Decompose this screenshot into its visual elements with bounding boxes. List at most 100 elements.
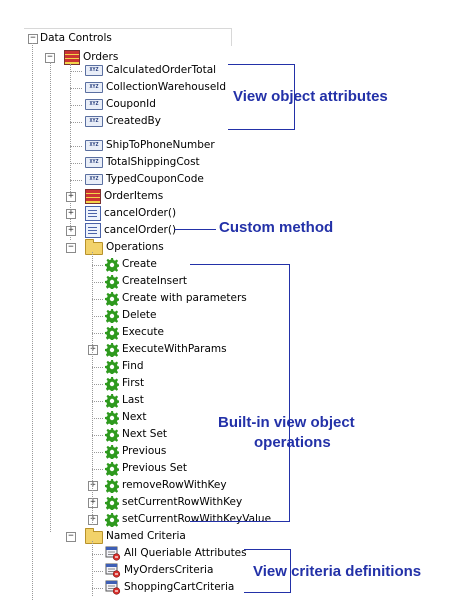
tree-node-data-controls-label: Data Controls: [40, 32, 112, 44]
attribute-item[interactable]: XYZ CouponId: [85, 96, 156, 113]
attribute-icon: XYZ: [85, 174, 103, 185]
gear-icon: [105, 274, 120, 290]
orderitems-expander[interactable]: +: [66, 192, 76, 202]
operation-item-label: Previous Set: [122, 462, 187, 474]
panel-border: [24, 28, 232, 29]
method-icon: [85, 223, 101, 238]
operation-item[interactable]: Create: [105, 256, 157, 273]
folder-icon: [85, 528, 103, 544]
view-criteria-icon: [105, 546, 121, 561]
panel-border-right: [231, 28, 232, 46]
operation-item[interactable]: Find: [105, 358, 144, 375]
tree-guide-line: [92, 316, 103, 317]
root-expander[interactable]: −: [28, 34, 38, 44]
operation-expander[interactable]: +: [88, 515, 98, 525]
tree-node-orderitems[interactable]: OrderItems: [85, 188, 163, 205]
custom-method-pointer: [174, 229, 216, 230]
gear-icon: [105, 393, 120, 409]
tree-guide-line: [92, 299, 103, 300]
operation-item[interactable]: Next: [105, 409, 146, 426]
attribute-item-label: ShipToPhoneNumber: [106, 139, 215, 151]
method-expander[interactable]: +: [66, 226, 76, 236]
tree-guide-line: [50, 62, 51, 532]
operation-item[interactable]: Next Set: [105, 426, 167, 443]
operation-item-label: Last: [122, 394, 144, 406]
criteria-item[interactable]: MyOrdersCriteria: [105, 562, 213, 579]
tree-guide-line: [92, 469, 103, 470]
method-expander[interactable]: +: [66, 209, 76, 219]
attribute-item[interactable]: XYZ TypedCouponCode: [85, 171, 204, 188]
attribute-item[interactable]: XYZ TotalShippingCost: [85, 154, 200, 171]
method-item[interactable]: cancelOrder(): [85, 205, 176, 222]
criteria-item-label: MyOrdersCriteria: [124, 564, 214, 576]
criteria-item-label: ShoppingCartCriteria: [124, 581, 235, 593]
operation-item[interactable]: Previous Set: [105, 460, 187, 477]
gear-icon: [105, 376, 120, 392]
criteria-item[interactable]: ShoppingCartCriteria: [105, 579, 234, 596]
operation-item[interactable]: CreateInsert: [105, 273, 187, 290]
tree-guide-line: [32, 43, 33, 600]
tree-guide-line: [70, 105, 82, 106]
operation-item[interactable]: Previous: [105, 443, 166, 460]
gear-icon: [105, 512, 120, 528]
attribute-icon: XYZ: [85, 82, 103, 93]
attribute-item[interactable]: XYZ CollectionWarehouseId: [85, 79, 226, 96]
tree-node-operations[interactable]: Operations: [85, 239, 164, 256]
tree-guide-line: [92, 333, 103, 334]
tree-node-named-criteria[interactable]: Named Criteria: [85, 528, 186, 545]
attribute-icon: XYZ: [85, 157, 103, 168]
tree-guide-line: [92, 367, 103, 368]
operation-item-label: Delete: [122, 309, 157, 321]
operation-expander[interactable]: +: [88, 481, 98, 491]
gear-icon: [105, 478, 120, 494]
gear-icon: [105, 427, 120, 443]
gear-icon: [105, 342, 120, 358]
tree-guide-line: [92, 252, 93, 525]
annotation-view-object-attributes: View object attributes: [233, 88, 388, 105]
attribute-icon: XYZ: [85, 99, 103, 110]
tree-guide-line: [92, 541, 93, 596]
gear-icon: [105, 495, 120, 511]
attribute-item-label: TypedCouponCode: [106, 173, 204, 185]
folder-icon: [85, 239, 103, 255]
operations-expander[interactable]: −: [66, 243, 76, 253]
annotation-view-criteria: View criteria definitions: [253, 563, 422, 580]
tree-node-named-criteria-label: Named Criteria: [106, 530, 186, 542]
operation-item[interactable]: Execute: [105, 324, 164, 341]
operation-expander[interactable]: +: [88, 498, 98, 508]
operation-item-label: Create: [122, 258, 157, 270]
attribute-item[interactable]: XYZ CalculatedOrderTotal: [85, 62, 216, 79]
tree-node-data-controls[interactable]: Data Controls: [40, 30, 112, 47]
criteria-item[interactable]: All Queriable Attributes: [105, 545, 247, 562]
method-item-label: cancelOrder(): [104, 224, 177, 236]
operation-item[interactable]: Last: [105, 392, 144, 409]
attribute-item[interactable]: XYZ CreatedBy: [85, 113, 161, 130]
annotation-custom-method: Custom method: [219, 219, 334, 236]
criteria-item-label: All Queriable Attributes: [124, 547, 247, 559]
named-criteria-expander[interactable]: −: [66, 532, 76, 542]
operation-item-label: First: [122, 377, 145, 389]
operation-item[interactable]: First: [105, 375, 144, 392]
attribute-item[interactable]: XYZ ShipToPhoneNumber: [85, 137, 215, 154]
operation-item-label: Next Set: [122, 428, 168, 440]
attribute-item-label: CouponId: [106, 98, 156, 110]
tree-guide-line: [92, 282, 103, 283]
collection-icon: [85, 189, 101, 204]
gear-icon: [105, 325, 120, 341]
tree-guide-line: [92, 265, 103, 266]
gear-icon: [105, 308, 120, 324]
tree-guide-line: [92, 401, 103, 402]
tree-guide-line: [92, 588, 103, 589]
view-criteria-icon: [105, 563, 121, 578]
tree-node-operations-label: Operations: [106, 241, 164, 253]
operation-expander[interactable]: +: [88, 345, 98, 355]
tree-node-orderitems-label: OrderItems: [104, 190, 164, 202]
operation-item[interactable]: Delete: [105, 307, 157, 324]
method-item[interactable]: cancelOrder(): [85, 222, 176, 239]
gear-icon: [105, 461, 120, 477]
gear-icon: [105, 444, 120, 460]
attribute-item-label: CreatedBy: [106, 115, 161, 127]
annotation-builtin-ops-line1: Built-in view object: [218, 414, 355, 431]
operation-item-label: CreateInsert: [122, 275, 188, 287]
attribute-icon: XYZ: [85, 116, 103, 127]
